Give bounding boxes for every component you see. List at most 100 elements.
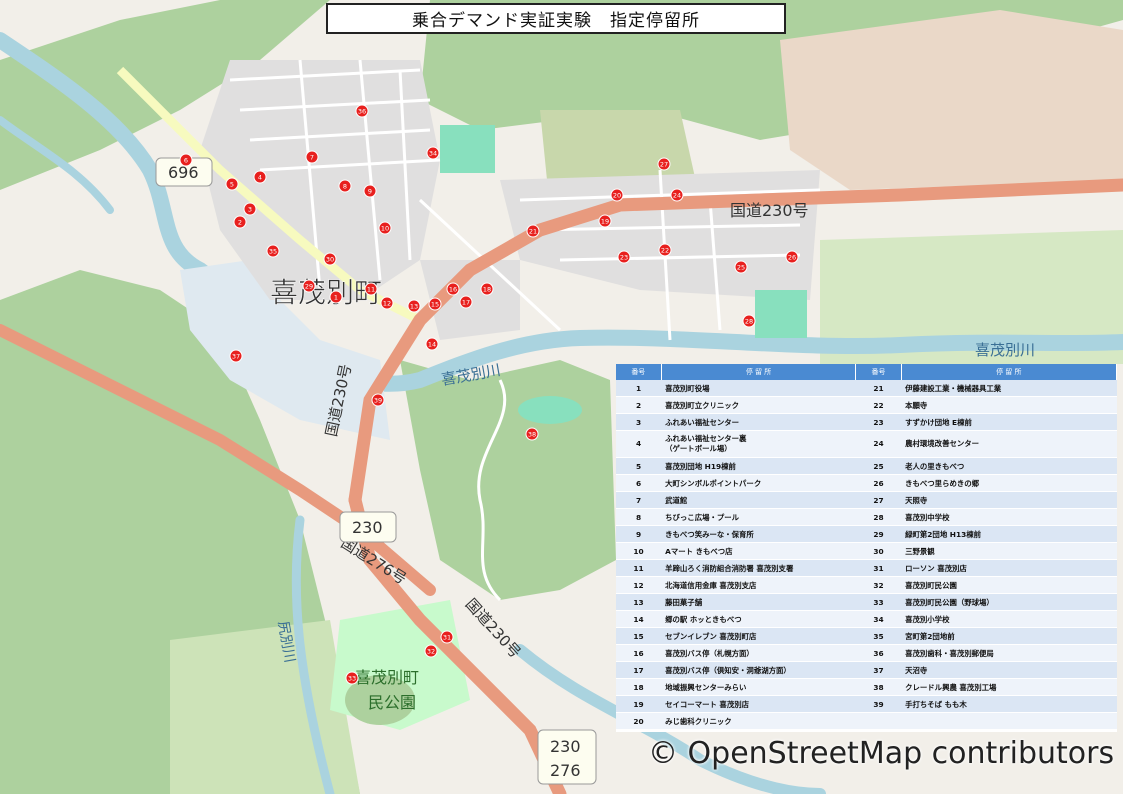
header-number: 番号 (616, 364, 662, 380)
stop-marker-1[interactable]: 1 (329, 290, 343, 304)
stop-marker-number: 32 (427, 648, 435, 656)
stop-name: 緑町第2団地 H13棟前 (901, 525, 1117, 543)
stop-name: 喜茂別バス停（札幌方面） (661, 644, 856, 662)
stop-name: クレードル興農 喜茂別工場 (901, 678, 1117, 696)
stop-name: 喜茂別町役場 (661, 380, 856, 397)
stop-marker-21[interactable]: 21 (526, 224, 540, 238)
stop-marker-number: 25 (737, 264, 745, 272)
stop-marker-5[interactable]: 5 (225, 177, 239, 191)
stop-name: 老人の里きもべつ (901, 457, 1117, 475)
stop-name: セイコーマート 喜茂別店 (661, 695, 856, 713)
stop-marker-number: 14 (428, 341, 436, 349)
legend-row: 11 羊蹄山ろく消防組合消防署 喜茂別支署 31 ローソン 喜茂別店 (616, 559, 1117, 577)
legend-row: 8 ちびっこ広場・プール 28 喜茂別中学校 (616, 508, 1117, 526)
stop-marker-6[interactable]: 6 (179, 153, 193, 167)
stop-marker-number: 26 (788, 254, 796, 262)
stop-number: 8 (616, 508, 662, 526)
legend-row: 15 セブンイレブン 喜茂別町店 35 宮町第2団地前 (616, 627, 1117, 645)
stop-number: 23 (855, 413, 902, 431)
stop-marker-32[interactable]: 32 (424, 644, 438, 658)
stop-marker-22[interactable]: 22 (658, 243, 672, 257)
stop-marker-number: 24 (673, 192, 681, 200)
stop-marker-27[interactable]: 27 (657, 157, 671, 171)
stop-name: 喜茂別小学校 (901, 610, 1117, 628)
stop-marker-35[interactable]: 35 (266, 244, 280, 258)
stop-name: 武道館 (661, 491, 856, 509)
stop-marker-38[interactable]: 38 (525, 427, 539, 441)
stop-marker-10[interactable]: 10 (378, 221, 392, 235)
stop-marker-number: 17 (462, 299, 470, 307)
legend-table: 番号 停 留 所 番号 停 留 所 1 喜茂別町役場 21 伊藤建設工業・機械器具工業… (616, 364, 1118, 730)
stop-marker-26[interactable]: 26 (785, 250, 799, 264)
stop-marker-number: 5 (230, 181, 234, 189)
stop-marker-17[interactable]: 17 (459, 295, 473, 309)
stop-marker-4[interactable]: 4 (253, 170, 267, 184)
stop-name: きもべつ笑みーな・保育所 (661, 525, 856, 543)
stop-marker-number: 2 (238, 219, 242, 227)
stop-marker-8[interactable]: 8 (338, 179, 352, 193)
legend-row: 3 ふれあい福祉センター 23 すずかけ団地 E棟前 (616, 413, 1117, 431)
stop-marker-31[interactable]: 31 (440, 630, 454, 644)
stop-marker-9[interactable]: 9 (363, 184, 377, 198)
stop-marker-number: 3 (248, 206, 252, 214)
stop-marker-number: 6 (184, 157, 188, 165)
stop-number: 15 (616, 627, 662, 645)
stop-marker-7[interactable]: 7 (305, 150, 319, 164)
legend-row: 19 セイコーマート 喜茂別店 39 手打ちそば もも木 (616, 695, 1117, 713)
stop-number: 27 (855, 491, 902, 509)
route-label: 国道230号 (730, 201, 809, 220)
stop-marker-2[interactable]: 2 (233, 215, 247, 229)
stop-marker-34[interactable]: 34 (426, 146, 440, 160)
stop-name: 手打ちそば もも木 (901, 695, 1117, 713)
stop-name: すずかけ団地 E棟前 (901, 413, 1117, 431)
stop-marker-13[interactable]: 13 (407, 299, 421, 313)
stop-marker-28[interactable]: 28 (742, 314, 756, 328)
stop-marker-number: 21 (529, 228, 537, 236)
stop-number: 29 (855, 525, 902, 543)
stop-marker-number: 8 (343, 183, 347, 191)
header-stop-name: 停 留 所 (901, 364, 1118, 380)
stop-marker-29[interactable]: 29 (302, 279, 316, 293)
stop-marker-number: 34 (429, 150, 437, 158)
map-attribution: © OpenStreetMap contributors (648, 736, 1115, 771)
stop-number: 20 (616, 712, 662, 730)
stop-name: 本願寺 (901, 396, 1117, 414)
stop-marker-20[interactable]: 20 (610, 188, 624, 202)
stop-marker-37[interactable]: 37 (229, 349, 243, 363)
legend-rows: 1 喜茂別町役場 21 伊藤建設工業・機械器具工業 2 喜茂別町立クリニック 22 本願寺 3 ふ… (616, 380, 1117, 730)
legend-row: 18 地域振興センターみらい 38 クレードル興農 喜茂別工場 (616, 678, 1117, 696)
stop-name: みじ歯科クリニック (661, 712, 856, 730)
legend-row: 13 藤田菓子舗 33 喜茂別町民公園（野球場） (616, 593, 1117, 611)
stop-name: 農村環境改善センター (901, 430, 1117, 458)
stop-number: 37 (855, 661, 902, 679)
legend-row: 17 喜茂別バス停（倶知安・洞爺湖方面） 37 天沼寺 (616, 661, 1117, 679)
stop-marker-15[interactable]: 15 (428, 297, 442, 311)
stop-marker-30[interactable]: 30 (323, 252, 337, 266)
stop-marker-39[interactable]: 39 (371, 393, 385, 407)
stop-legend: 番号 停 留 所 番号 停 留 所 1 喜茂別町役場 21 伊藤建設工業・機械器具工業… (616, 364, 1118, 732)
stop-marker-14[interactable]: 14 (425, 337, 439, 351)
stop-number: 19 (616, 695, 662, 713)
stop-number: 39 (855, 695, 902, 713)
stop-marker-19[interactable]: 19 (598, 214, 612, 228)
stop-number: 11 (616, 559, 662, 577)
stop-marker-33[interactable]: 33 (345, 671, 359, 685)
stop-marker-number: 37 (232, 353, 240, 361)
stop-number: 24 (855, 430, 902, 458)
stop-marker-11[interactable]: 11 (364, 282, 378, 296)
stop-name: ローソン 喜茂別店 (901, 559, 1117, 577)
stop-marker-24[interactable]: 24 (670, 188, 684, 202)
stop-number: 18 (616, 678, 662, 696)
stop-marker-23[interactable]: 23 (617, 250, 631, 264)
stop-marker-number: 12 (383, 300, 391, 308)
legend-row: 14 郷の駅 ホッときもべつ 34 喜茂別小学校 (616, 610, 1117, 628)
stop-marker-12[interactable]: 12 (380, 296, 394, 310)
stop-marker-36[interactable]: 36 (355, 104, 369, 118)
stop-marker-16[interactable]: 16 (446, 282, 460, 296)
stop-marker-18[interactable]: 18 (480, 282, 494, 296)
stop-marker-3[interactable]: 3 (243, 202, 257, 216)
stop-marker-number: 10 (381, 225, 389, 233)
stop-marker-number: 31 (443, 634, 451, 642)
stop-marker-25[interactable]: 25 (734, 260, 748, 274)
stop-number: 35 (855, 627, 902, 645)
